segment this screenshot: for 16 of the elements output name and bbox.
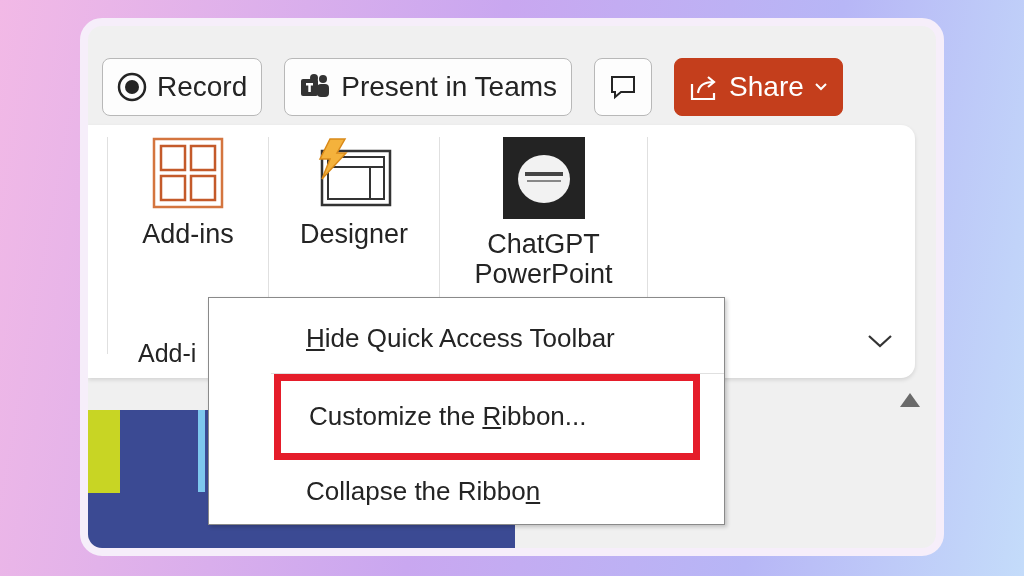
ribbon-button[interactable]: Add-ins <box>108 125 268 250</box>
group-label: Add-i <box>137 339 198 368</box>
record-icon <box>117 72 147 102</box>
record-button[interactable]: Record <box>102 58 263 116</box>
gpt-logo-icon <box>502 137 585 219</box>
chevron-down-icon[interactable] <box>867 333 893 349</box>
caret-icon <box>813 82 828 92</box>
comment-icon <box>609 73 638 101</box>
share-button[interactable]: Share <box>674 58 843 116</box>
menu-item[interactable]: Hide Quick Access Toolbar <box>209 306 724 371</box>
comment-button[interactable] <box>594 58 653 116</box>
grid-icon <box>152 137 224 209</box>
scroll-up-icon[interactable] <box>899 392 921 408</box>
menu-item[interactable]: Collapse the Ribbon <box>209 459 724 524</box>
teams-button[interactable]: Present in Teams <box>284 58 573 116</box>
menu-item[interactable]: Customize the Ribbon... <box>274 374 700 460</box>
